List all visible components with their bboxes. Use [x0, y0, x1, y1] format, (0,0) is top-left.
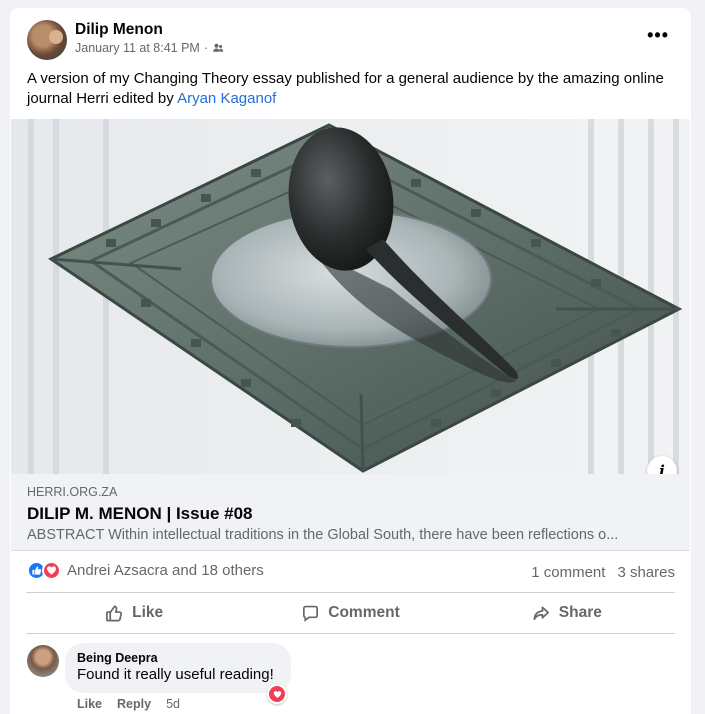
share-count[interactable]: 3 shares [617, 564, 675, 581]
commenter-avatar[interactable] [27, 645, 59, 677]
link-description: ABSTRACT Within intellectual traditions … [27, 527, 619, 543]
link-domain: HERRI.ORG.ZA [27, 485, 118, 499]
comment-label: Comment [328, 604, 400, 621]
post-body: A version of my Changing Theory essay pu… [27, 70, 664, 107]
comment-reply-button[interactable]: Reply [117, 697, 151, 711]
comment-age[interactable]: 5d [166, 697, 180, 711]
thumbs-up-icon [106, 605, 123, 621]
reaction-names[interactable]: Andrei Azsacra and 18 others [67, 562, 264, 579]
link-preview-image[interactable] [11, 119, 690, 474]
share-icon [533, 605, 549, 620]
comment-button[interactable]: Comment [242, 593, 458, 633]
post-card: Dilip Menon January 11 at 8:41 PM · ••• … [10, 8, 691, 714]
reaction-summary[interactable]: Andrei Azsacra and 18 others [27, 561, 264, 580]
divider [26, 633, 675, 634]
comment-count[interactable]: 1 comment [531, 564, 605, 581]
author-avatar[interactable] [27, 20, 67, 60]
action-bar: Like Comment Share [26, 593, 675, 633]
share-label: Share [558, 604, 602, 621]
post-meta: January 11 at 8:41 PM · [75, 41, 224, 55]
more-options-icon[interactable]: ••• [647, 26, 669, 44]
comment-like-button[interactable]: Like [77, 697, 102, 711]
link-preview[interactable]: HERRI.ORG.ZA DILIP M. MENON | Issue #08 … [11, 474, 690, 551]
like-button[interactable]: Like [26, 593, 242, 633]
commenter-name[interactable]: Being Deepra [77, 651, 279, 665]
love-reaction-icon [269, 686, 285, 702]
like-label: Like [132, 604, 164, 621]
comment-love-reaction[interactable] [267, 684, 287, 704]
love-reaction-icon [42, 561, 61, 580]
comment-icon [303, 605, 319, 622]
comment-text: Found it really useful reading! [77, 666, 274, 683]
share-button[interactable]: Share [459, 593, 675, 633]
post-text: A version of my Changing Theory essay pu… [27, 69, 667, 109]
engagement-stats: 1 comment 3 shares [531, 564, 675, 581]
comment-bubble: Being Deepra Found it really useful read… [65, 643, 291, 693]
author-name[interactable]: Dilip Menon [75, 21, 163, 39]
mention-link[interactable]: Aryan Kaganof [177, 90, 276, 107]
comment-actions: Like Reply 5d [77, 697, 180, 711]
friends-icon[interactable] [212, 42, 224, 54]
link-title[interactable]: DILIP M. MENON | Issue #08 [27, 504, 253, 524]
meta-separator: · [203, 41, 209, 55]
post-timestamp[interactable]: January 11 at 8:41 PM [75, 41, 200, 55]
compass-illustration [11, 119, 690, 474]
